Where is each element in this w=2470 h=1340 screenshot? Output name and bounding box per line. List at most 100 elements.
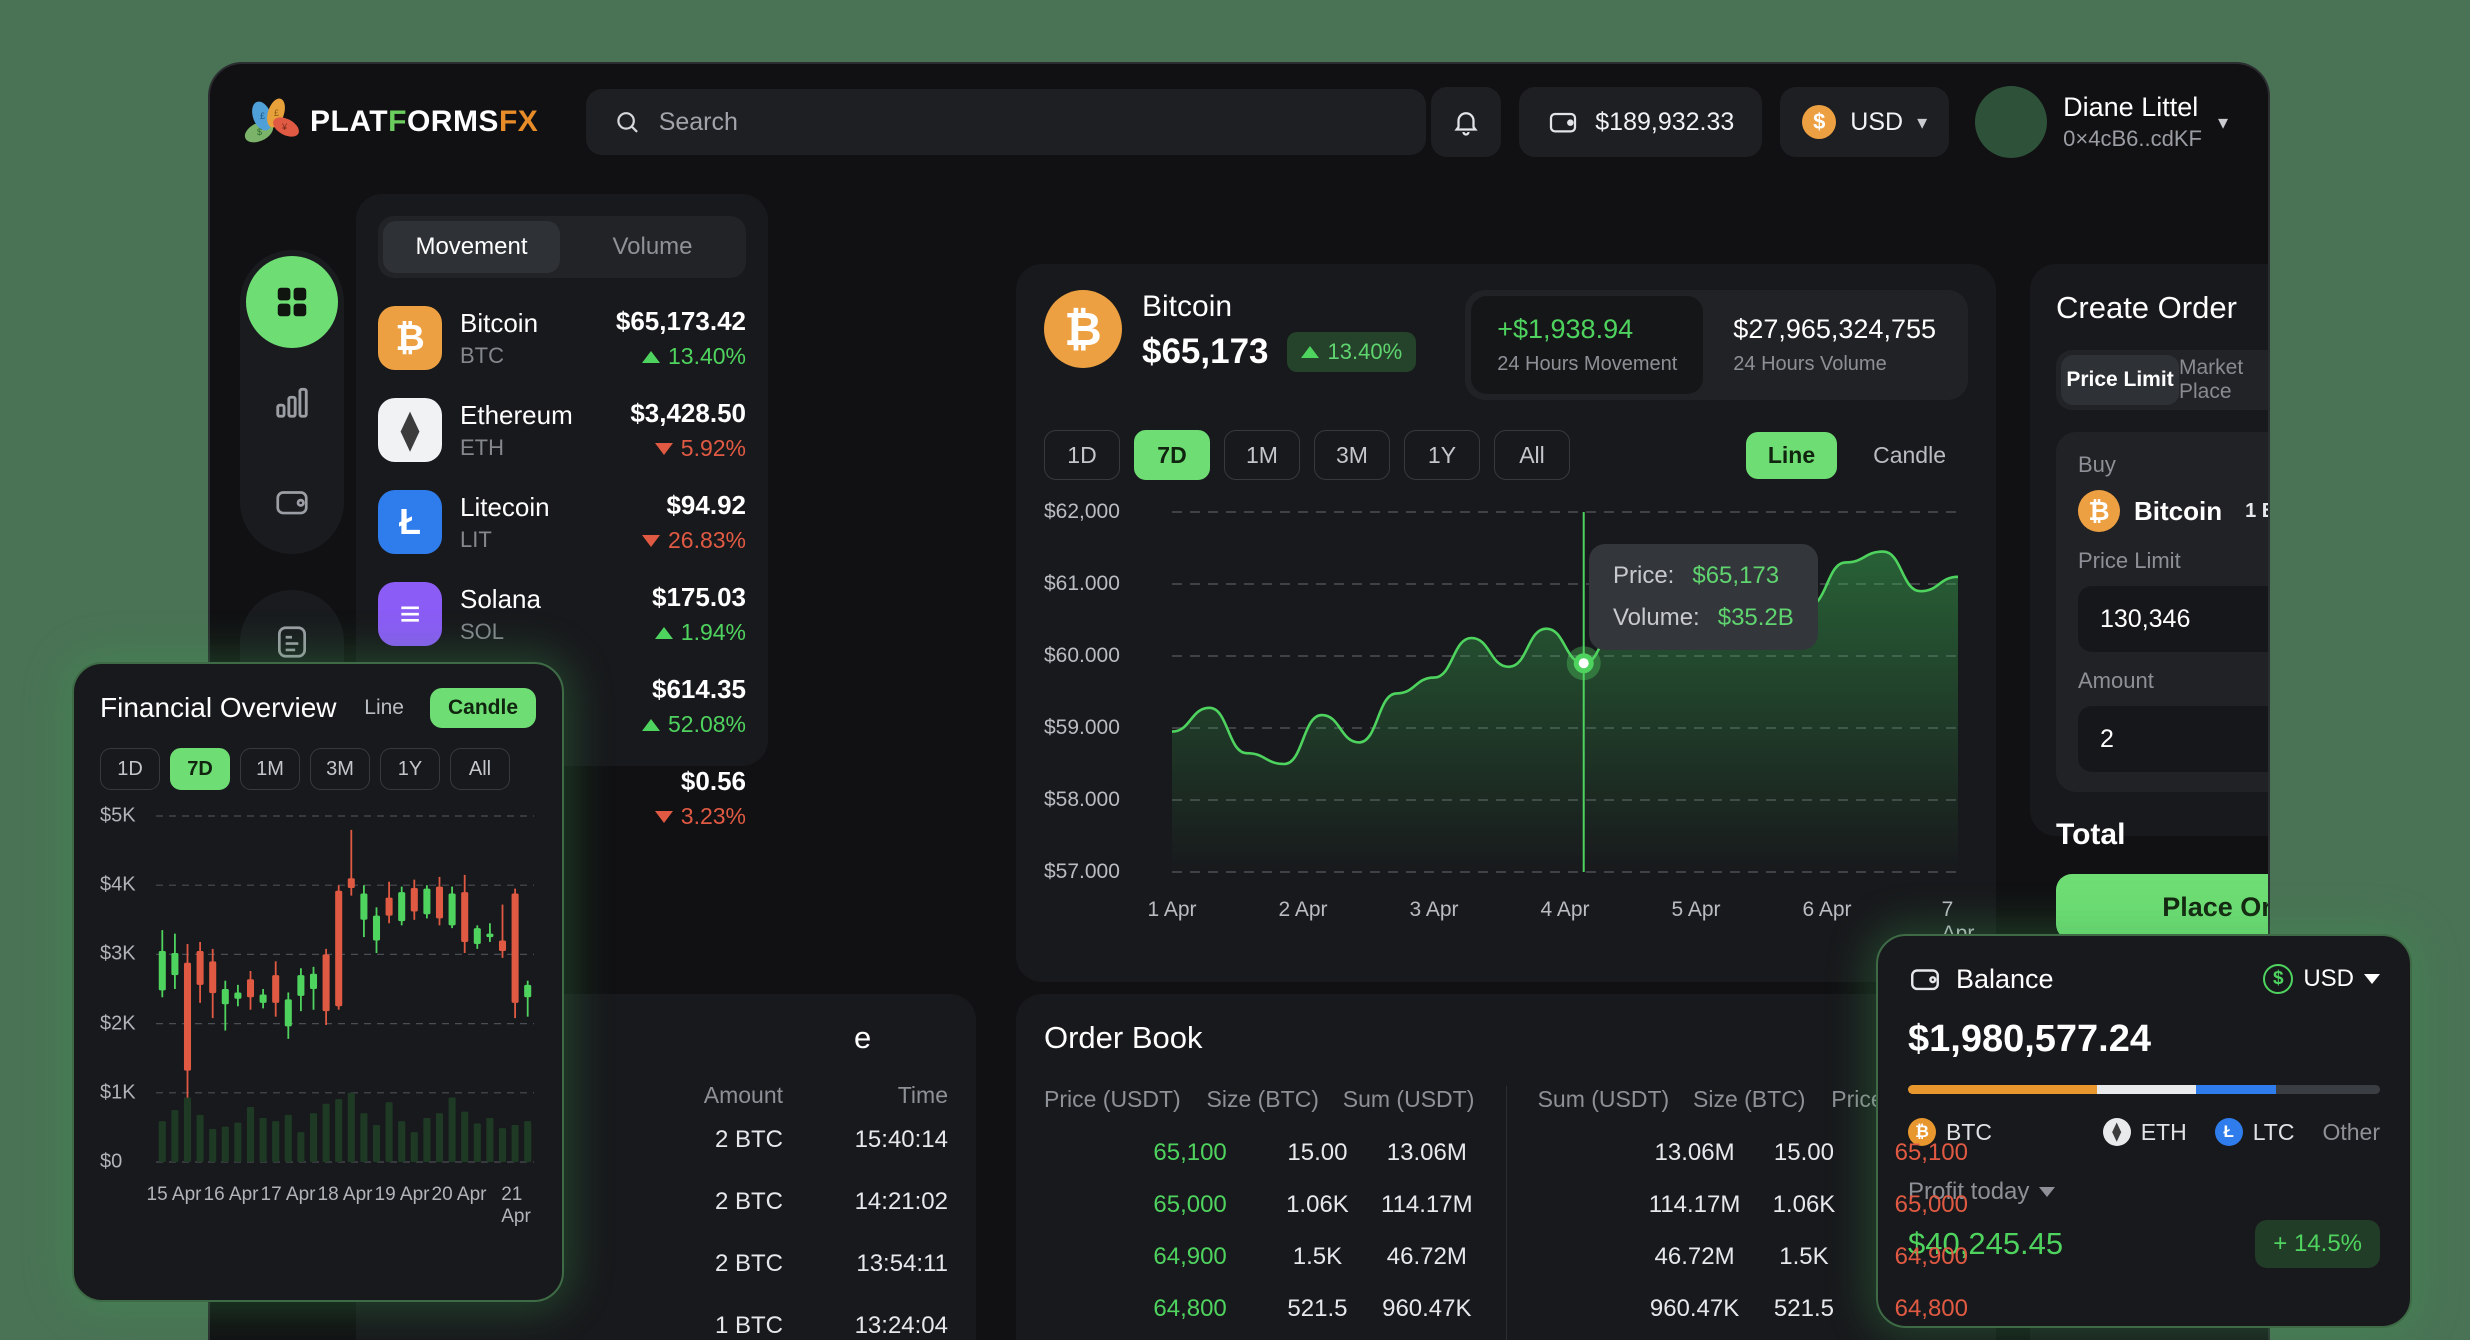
tab-market-place[interactable]: Market Place	[2179, 355, 2268, 405]
price-limit-field[interactable]: $ USD	[2078, 586, 2268, 652]
sidebar-item-analytics[interactable]	[246, 356, 338, 448]
fin-x-tick: 20 Apr	[431, 1184, 487, 1205]
order-book-row[interactable]: 64,70086.716.74M	[1044, 1335, 1482, 1340]
order-book-row[interactable]: 65,100 15.00 13.06M	[1044, 1127, 1482, 1179]
range-7d[interactable]: 7D	[1134, 430, 1210, 480]
balance-segment-btc	[1908, 1085, 2097, 1094]
range-all[interactable]: All	[1494, 430, 1570, 480]
coin-symbol: SOL	[460, 618, 505, 644]
order-book-row[interactable]: 64,900 1.5K 46.72M	[1044, 1231, 1482, 1283]
candlestick-chart	[156, 815, 534, 1163]
coin-price: $0.56	[680, 766, 746, 796]
chart-type-candle[interactable]: Candle	[1851, 432, 1968, 479]
coin-change: 1.94%	[652, 619, 746, 646]
avatar	[1975, 86, 2048, 158]
triangle-up-icon	[1300, 346, 1319, 358]
coin-row[interactable]: ⧫ Ethereum ETH $3,428.50 5.92%	[378, 398, 746, 462]
stat-24h-movement[interactable]: +$1,938.94 24 Hours Movement	[1471, 296, 1704, 394]
balance-currency-selector[interactable]: $ USD	[2263, 964, 2380, 994]
stat-24h-volume[interactable]: $27,965,324,755 24 Hours Volume	[1707, 296, 1962, 394]
coin-row[interactable]: ≡ Solana SOL $175.03 1.94%	[378, 582, 746, 646]
tab-movement[interactable]: Movement	[383, 221, 560, 273]
coin-price: $175.03	[652, 582, 746, 612]
amount-input[interactable]	[2100, 724, 2268, 754]
fin-range-7d[interactable]: 7D	[170, 748, 230, 790]
col-amount: Amount	[703, 1082, 783, 1108]
order-book-row[interactable]: 6.74M86.7164,700	[1531, 1335, 1969, 1340]
x-tick: 2 Apr	[1278, 898, 1328, 921]
range-1m[interactable]: 1M	[1224, 430, 1300, 480]
currency-selector[interactable]: $ USD ▾	[1780, 87, 1950, 157]
tooltip-volume-label: Volume:	[1613, 604, 1700, 631]
balance-segment-other	[2276, 1085, 2380, 1094]
range-1d[interactable]: 1D	[1044, 430, 1120, 480]
wallet-icon	[1550, 112, 1577, 133]
bid-size: 1.06K	[1286, 1191, 1349, 1218]
ask-sum: 13.06M	[1654, 1139, 1735, 1166]
ask-size: 1.06K	[1772, 1191, 1836, 1218]
fin-chart-type-line[interactable]: Line	[350, 688, 418, 728]
range-3m[interactable]: 3M	[1314, 430, 1390, 480]
order-book-row[interactable]: 65,000 1.06K 114.17M	[1044, 1179, 1482, 1231]
topbar: $ £ £ ¥ PLATFORMSFX $189,932.33 $ U	[210, 64, 2268, 180]
col-time: Time	[897, 1082, 948, 1108]
chart-type-line[interactable]: Line	[1745, 431, 1838, 479]
fin-range-1d[interactable]: 1D	[100, 748, 160, 790]
balance-legend-ltc: Ł LTC	[2214, 1118, 2294, 1146]
balance-title: Balance	[1956, 963, 2054, 994]
coin-row[interactable]: Ł Litecoin LIT $94.92 26.83%	[378, 490, 746, 554]
brand-logo[interactable]: $ £ £ ¥ PLATFORMSFX	[242, 94, 538, 150]
buy-coin-selector[interactable]: ₿ Bitcoin 1 BTC = $65,173	[2078, 490, 2268, 532]
sidebar-item-dashboard[interactable]	[246, 256, 338, 348]
fin-y-tick: $2K	[100, 1012, 136, 1035]
chart-range-selector: 1D 7D 1M 3M 1Y All Line Candle	[1044, 430, 1968, 480]
total-label: Total	[2056, 818, 2126, 851]
financial-overview-chart[interactable]: $5K $4K $3K $2K $1K $0 15 Apr 16 Apr 17 Apr 18 A…	[100, 804, 536, 1278]
caret-down-icon	[2039, 1187, 2056, 1197]
chevron-down-icon[interactable]: ▾	[2218, 110, 2228, 135]
balance-legend-eth: ⧫ ETH	[2102, 1118, 2187, 1146]
coin-row[interactable]: ₿ Bitcoin BTC $65,173.42 13.40%	[378, 306, 746, 370]
tab-price-limit[interactable]: Price Limit	[2061, 355, 2179, 405]
svg-text:¥: ¥	[281, 122, 288, 132]
triangle-down-icon	[654, 442, 673, 455]
create-order-panel: Create Order Price Limit Market Place St…	[2030, 264, 2268, 940]
order-book-row[interactable]: 64,800 521.5 960.47K	[1044, 1283, 1482, 1335]
fin-range-3m[interactable]: 3M	[310, 748, 370, 790]
ask-price: 64,800	[1894, 1295, 1968, 1322]
chart-canvas[interactable]: $62,000 $61.000 $60.000 $59.000 $58.000 $57.0…	[1044, 500, 1974, 972]
wallet-balance-button[interactable]: $189,932.33	[1519, 87, 1763, 157]
user-menu[interactable]: Diane Littel 0×4cB6..cdKF ▾	[1975, 86, 2228, 158]
fin-y-tick: $3K	[100, 942, 136, 965]
price-limit-input[interactable]	[2100, 604, 2268, 634]
fin-y-tick: $4K	[100, 873, 136, 896]
y-tick: $58.000	[1044, 788, 1120, 811]
amount-field[interactable]: B BTC	[2078, 706, 2268, 772]
fin-range-1y[interactable]: 1Y	[380, 748, 440, 790]
coin-price: $65,173.42	[615, 306, 746, 336]
place-order-button[interactable]: Place Order	[2056, 874, 2268, 940]
eth-coin-icon: ⧫	[2102, 1118, 2131, 1146]
fin-range-all[interactable]: All	[450, 748, 510, 790]
search-bar[interactable]	[586, 89, 1427, 155]
financial-overview-ranges: 1D 7D 1M 3M 1Y All	[100, 748, 536, 790]
coin-name: Bitcoin	[460, 307, 539, 338]
y-tick: $59.000	[1044, 716, 1120, 739]
fin-range-1m[interactable]: 1M	[240, 748, 300, 790]
profit-today-selector[interactable]: Profit today	[1908, 1178, 2380, 1206]
sidebar-item-wallet[interactable]	[246, 456, 338, 548]
bid-price: 64,900	[1153, 1243, 1227, 1270]
search-input[interactable]	[658, 107, 1399, 137]
chart-coin-price: $65,173	[1142, 332, 1269, 371]
x-tick: 4 Apr	[1540, 898, 1590, 921]
fin-y-tick: $1K	[100, 1081, 136, 1104]
range-1y[interactable]: 1Y	[1404, 430, 1480, 480]
buy-coin-name: Bitcoin	[2134, 495, 2223, 526]
coin-icon: ₿	[378, 306, 442, 370]
fin-chart-type-candle[interactable]: Candle	[429, 688, 536, 728]
fin-y-tick: $5K	[100, 804, 136, 827]
tab-volume[interactable]: Volume	[564, 221, 741, 273]
svg-text:£: £	[274, 108, 279, 118]
notifications-button[interactable]	[1431, 87, 1502, 157]
trade-time: 14:21:02	[854, 1188, 948, 1215]
